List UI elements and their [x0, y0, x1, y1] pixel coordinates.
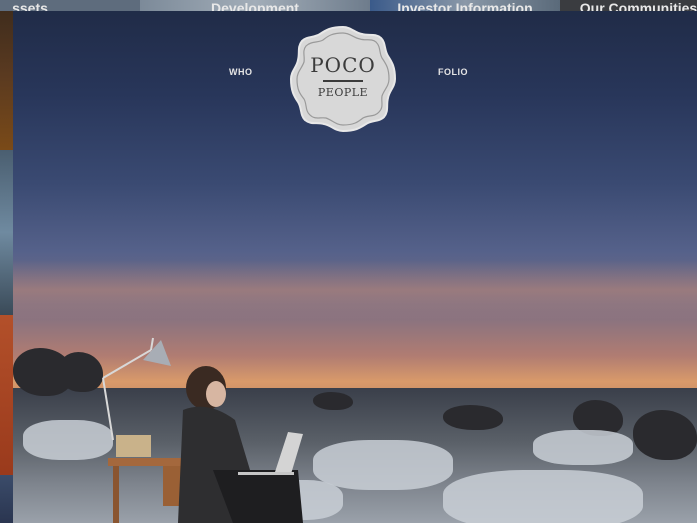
left-thumbnail-strip[interactable] [0, 0, 13, 523]
top-nav-item-our-communities[interactable]: Our Communities [560, 0, 697, 11]
thumbnail[interactable] [0, 0, 13, 150]
nav-link-folio[interactable]: FOLIO [438, 67, 468, 77]
top-nav-item-investor-information[interactable]: Investor Information [370, 0, 560, 11]
thumbnail[interactable] [0, 150, 13, 315]
nav-link-who[interactable]: WHO [229, 67, 253, 77]
logo-line-1: POCO [310, 53, 376, 77]
logo-line-2: PEOPLE [317, 86, 369, 99]
poco-people-logo[interactable]: POCO PEOPLE [289, 25, 397, 133]
top-nav-label: Development [211, 0, 299, 11]
top-navigation-bar: ssets Development Investor Information O… [0, 0, 697, 11]
top-nav-item-development[interactable]: Development [140, 0, 370, 11]
thumbnail[interactable] [0, 315, 13, 475]
logo-badge-shape [289, 25, 397, 133]
top-nav-label: Investor Information [397, 0, 533, 11]
thumbnail[interactable] [0, 475, 13, 523]
top-nav-label: Our Communities [579, 0, 697, 11]
top-nav-label: ssets [12, 0, 48, 11]
top-nav-item-assets[interactable]: ssets [0, 0, 140, 11]
